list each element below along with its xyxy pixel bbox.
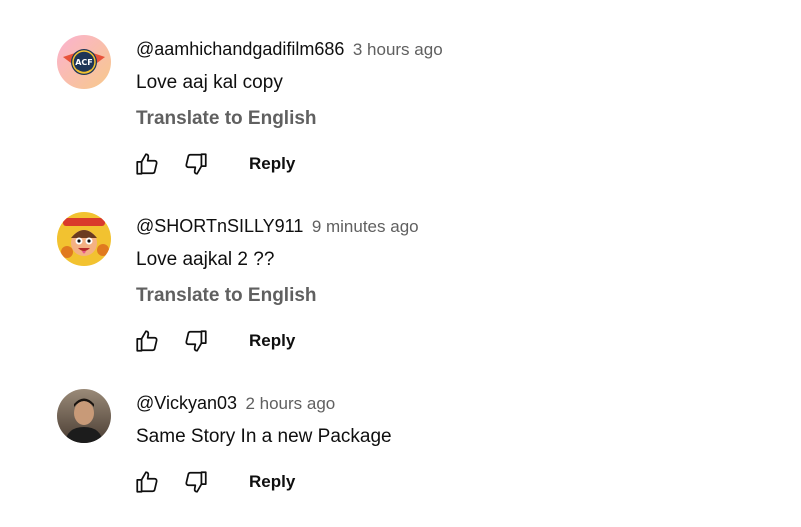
translate-button[interactable]: Translate to English (136, 284, 317, 308)
comment-author[interactable]: @Vickyan03 (136, 393, 237, 413)
dislike-button[interactable] (183, 328, 209, 354)
avatar[interactable] (57, 212, 111, 266)
reply-button[interactable]: Reply (249, 471, 295, 493)
thumbs-up-icon (136, 330, 158, 352)
avatar-acf-logo-icon: ACF (57, 35, 111, 89)
comment-timestamp[interactable]: 2 hours ago (245, 394, 335, 413)
translate-button[interactable]: Translate to English (136, 107, 317, 131)
thumbs-down-icon (185, 153, 207, 175)
comment-text: Love aaj kal copy (136, 72, 283, 93)
thumbs-up-icon (136, 471, 158, 493)
thumbs-up-icon (136, 153, 158, 175)
avatar-photo-icon (57, 389, 111, 443)
comments-section: ACF @aamhichandgadifilm686 3 hours ago L… (0, 0, 801, 527)
comment-timestamp[interactable]: 9 minutes ago (312, 217, 419, 236)
comment-text: Same Story In a new Package (136, 426, 392, 447)
like-button[interactable] (134, 469, 160, 495)
comment-author[interactable]: @SHORTnSILLY911 (136, 216, 303, 236)
svg-text:ACF: ACF (75, 58, 93, 67)
like-button[interactable] (134, 328, 160, 354)
avatar[interactable]: ACF (57, 35, 111, 89)
reply-button[interactable]: Reply (249, 153, 295, 175)
reply-button[interactable]: Reply (249, 330, 295, 352)
comment-timestamp[interactable]: 3 hours ago (353, 40, 443, 59)
thumbs-down-icon (185, 330, 207, 352)
avatar[interactable] (57, 389, 111, 443)
comment-author[interactable]: @aamhichandgadifilm686 (136, 39, 344, 59)
dislike-button[interactable] (183, 151, 209, 177)
avatar-cartoon-face-icon (57, 212, 111, 266)
thumbs-down-icon (185, 471, 207, 493)
like-button[interactable] (134, 151, 160, 177)
dislike-button[interactable] (183, 469, 209, 495)
comment-text: Love aajkal 2 ?? (136, 249, 275, 270)
